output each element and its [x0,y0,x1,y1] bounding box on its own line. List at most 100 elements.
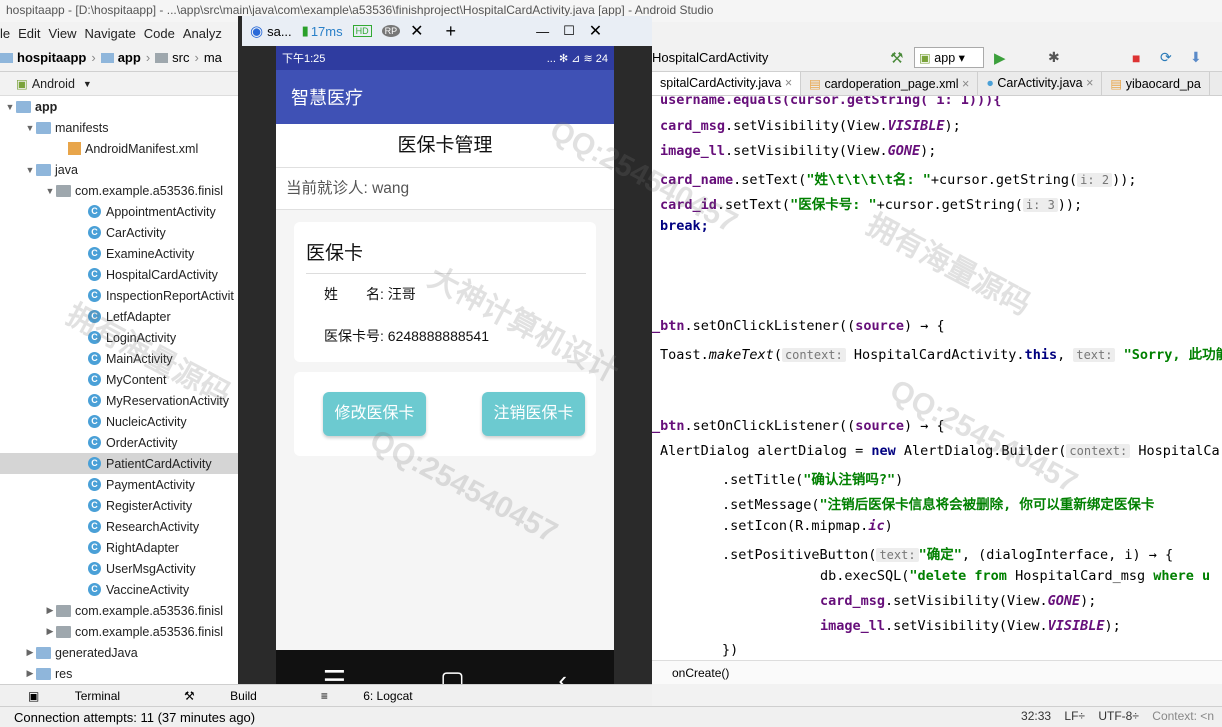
tree-class-myreservationactivity[interactable]: C MyReservationActivity [0,390,239,411]
expanded-arrow-icon[interactable]: ▼ [44,186,56,196]
class-icon: ● [986,76,994,90]
tree-class-loginactivity[interactable]: C LoginActivity [0,327,239,348]
tab-yibaocard[interactable]: ▤ yibaocard_pa [1102,72,1210,95]
build-button[interactable]: ⚒ Build [156,689,275,703]
tree-manifests[interactable]: ▼ manifests [0,117,239,138]
package-icon [56,625,71,638]
close-icon[interactable]: × [962,77,969,91]
close-icon[interactable]: ✕ [410,21,423,41]
status-message[interactable]: Connection attempts: 11 (37 minutes ago) [14,710,255,725]
close-window-icon[interactable]: ✕ [589,21,602,41]
tree-class-mycontent[interactable]: C MyContent [0,369,239,390]
breadcrumb-class[interactable]: HospitalCardActivity [652,50,768,65]
tree-class-registeractivity[interactable]: C RegisterActivity [0,495,239,516]
android-icon: ▣ [919,51,931,65]
tree-class-paymentactivity[interactable]: C PaymentActivity [0,474,239,495]
tree-manifest-file[interactable]: AndroidManifest.xml [0,138,239,159]
project-view-selector[interactable]: ▣ Android ▼ [0,72,239,96]
tree-package[interactable]: ▶ com.example.a53536.finisl [0,621,239,642]
tree-package[interactable]: ▼ com.example.a53536.finisl [0,180,239,201]
tree-class-appointmentactivity[interactable]: C AppointmentActivity [0,201,239,222]
tree-class-rightadapter[interactable]: C RightAdapter [0,537,239,558]
maximize-icon[interactable]: ☐ [563,23,575,39]
stop-icon[interactable]: ■ [1132,50,1140,66]
run-config-select[interactable]: ▣ app ▾ [914,47,984,68]
tab-hospital-card-activity[interactable]: spitalCardActivity.java × [652,72,802,95]
code-editor[interactable]: username.equals(cursor.getString( i: 1))… [652,96,1222,684]
code-line: image_ll.setVisibility(View.GONE); [660,143,937,159]
record-icon[interactable]: RP [381,25,401,37]
tree-app[interactable]: ▼ app [0,96,239,117]
sdk-manager-icon[interactable]: ⬇ [1190,49,1202,66]
tree-res[interactable]: ▶ res [0,663,239,684]
debug-icon[interactable]: ✱ [1048,49,1060,66]
expanded-arrow-icon[interactable]: ▼ [24,165,36,175]
collapsed-arrow-icon[interactable]: ▶ [24,668,36,679]
line-separator[interactable]: LF÷ [1064,709,1085,723]
tree-class-vaccineactivity[interactable]: C VaccineActivity [0,579,239,600]
menu-file[interactable]: le [0,26,10,41]
run-icon[interactable]: ▶ [994,49,1006,67]
menu-code[interactable]: Code [144,26,175,41]
code-line: Toast.makeText(context: HospitalCardActi… [660,347,1222,363]
collapsed-arrow-icon[interactable]: ▶ [44,626,56,637]
tree-package-label: com.example.a53536.finisl [75,624,223,639]
file-encoding[interactable]: UTF-8÷ [1098,709,1139,723]
tree-class-mainactivity[interactable]: C MainActivity [0,348,239,369]
tree-class-patientcardactivity[interactable]: C PatientCardActivity [0,453,239,474]
tree-class-inspectionreportactivit[interactable]: C InspectionReportActivit [0,285,239,306]
logcat-button[interactable]: ≡ 6: Logcat [293,689,431,703]
tree-class-nucleicactivity[interactable]: C NucleicActivity [0,411,239,432]
tree-class-researchactivity[interactable]: C ResearchActivity [0,516,239,537]
breadcrumb-module[interactable]: app [118,50,141,65]
breadcrumb-project[interactable]: hospitaapp [17,50,86,65]
code-line: AlertDialog alertDialog = new AlertDialo… [660,443,1222,459]
breadcrumb-src[interactable]: src [172,50,189,65]
menu-analyze[interactable]: Analyz [183,26,222,41]
minimize-icon[interactable]: — [536,24,549,39]
method-breadcrumb[interactable]: onCreate() [672,666,729,680]
code-line: card_msg.setVisibility(View.GONE); [820,593,1097,609]
tree-class-usermsgactivity[interactable]: C UserMsgActivity [0,558,239,579]
tree-java-label: java [55,162,78,177]
tree-class-label: LetfAdapter [106,309,171,324]
tab-cardoperation-page[interactable]: ▤ cardoperation_page.xml × [801,72,979,95]
tab-car-activity[interactable]: ● CarActivity.java × [978,72,1103,95]
tree-class-letfadapter[interactable]: C LetfAdapter [0,306,239,327]
code-line: _btn.setOnClickListener((source) → { [652,418,945,434]
tree-class-caractivity[interactable]: C CarActivity [0,222,239,243]
tree-class-hospitalcardactivity[interactable]: C HospitalCardActivity [0,264,239,285]
code-line: image_ll.setVisibility(View.VISIBLE); [820,618,1121,634]
collapsed-arrow-icon[interactable]: ▶ [44,605,56,616]
menu-view[interactable]: View [49,26,77,41]
menu-edit[interactable]: Edit [18,26,40,41]
modify-card-button[interactable]: 修改医保卡 [323,392,426,436]
menu-navigate[interactable]: Navigate [84,26,135,41]
expanded-arrow-icon[interactable]: ▼ [4,102,16,112]
add-tab-icon[interactable]: + [446,21,457,42]
tree-class-orderactivity[interactable]: C OrderActivity [0,432,239,453]
folder-icon [100,52,114,63]
class-icon: C [88,331,101,344]
class-icon: C [88,373,101,386]
context-label[interactable]: Context: <n [1152,709,1214,723]
tree-package[interactable]: ▶ com.example.a53536.finisl [0,600,239,621]
hd-icon[interactable]: HD [352,25,372,37]
tree-class-label: HospitalCardActivity [106,267,218,282]
close-icon[interactable]: × [785,76,792,90]
terminal-button[interactable]: ▣ Terminal [0,689,138,703]
tree-class-examineactivity[interactable]: C ExamineActivity [0,243,239,264]
breadcrumb-main[interactable]: ma [204,50,222,65]
hammer-icon[interactable]: ⚒ [890,49,903,67]
tree-generated[interactable]: ▶ generatedJava [0,642,239,663]
current-patient-label[interactable]: 当前就诊人: wang [276,168,614,210]
tree-java[interactable]: ▼ java [0,159,239,180]
cancel-card-button[interactable]: 注销医保卡 [482,392,585,436]
sync-icon[interactable]: ⟳ [1160,49,1172,66]
close-icon[interactable]: × [1086,76,1093,90]
collapsed-arrow-icon[interactable]: ▶ [24,647,36,658]
expanded-arrow-icon[interactable]: ▼ [24,123,36,133]
caret-position[interactable]: 32:33 [1021,709,1051,723]
emulator-tab-label[interactable]: sa... [267,24,292,39]
editor-breadcrumb[interactable]: onCreate() [652,660,1222,684]
